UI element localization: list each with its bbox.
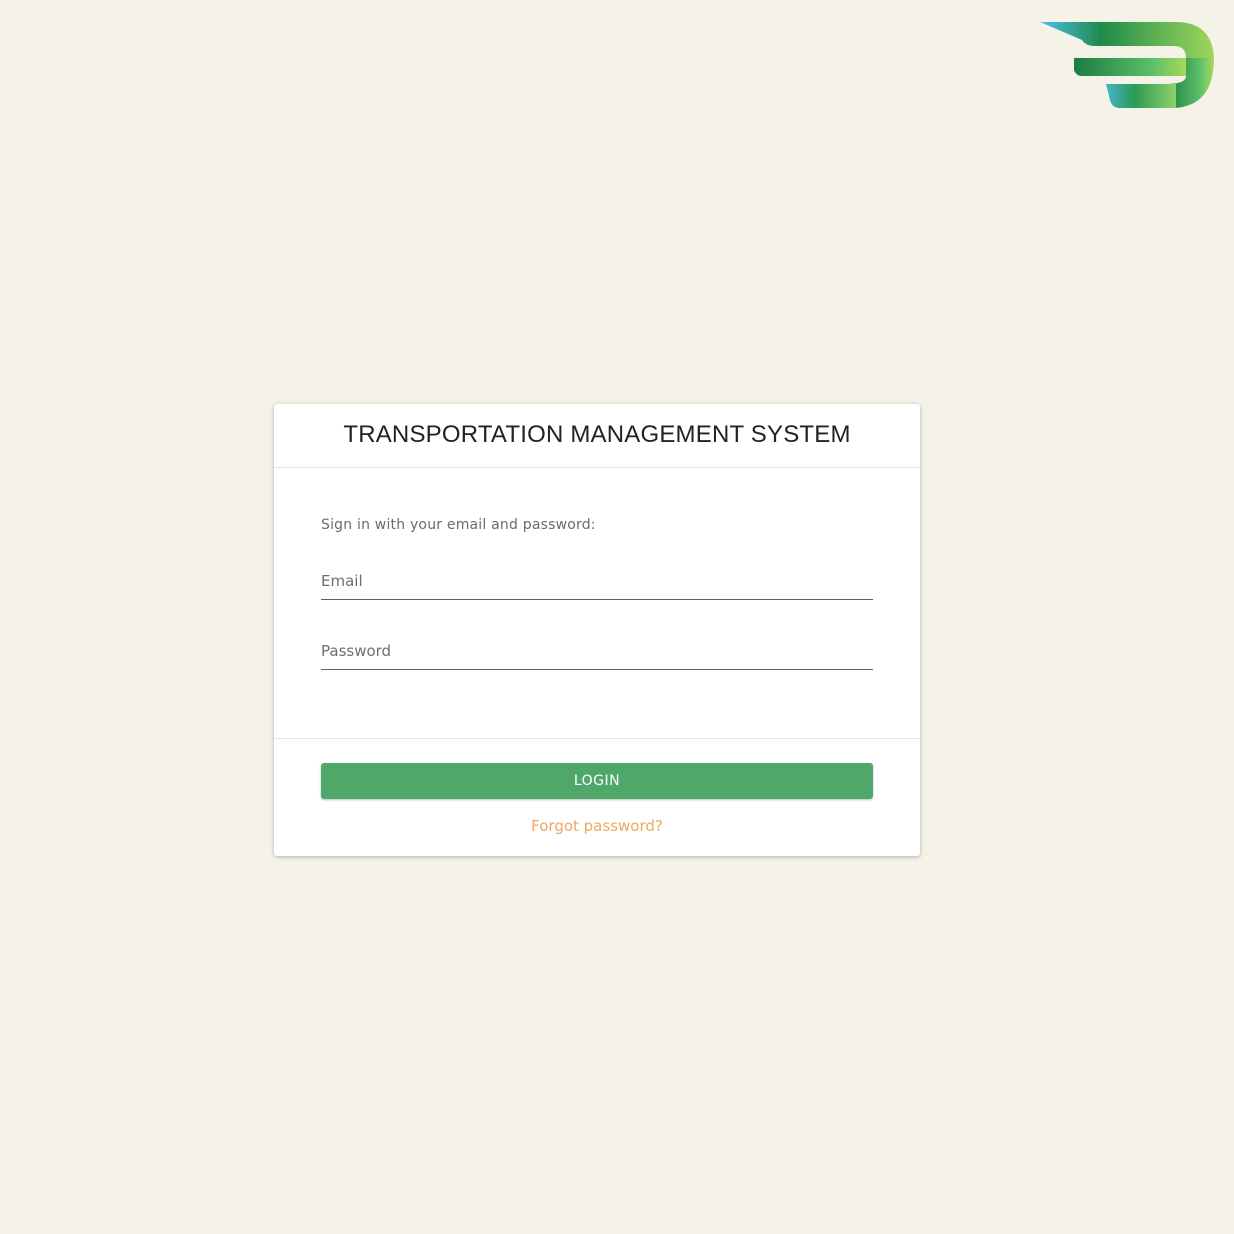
card-footer: LOGIN Forgot password? xyxy=(274,739,920,856)
brand-logo xyxy=(1036,18,1218,112)
card-header: TRANSPORTATION MANAGEMENT SYSTEM xyxy=(274,404,920,468)
login-form: Sign in with your email and password: xyxy=(274,468,920,739)
password-field[interactable] xyxy=(321,636,873,670)
email-field[interactable] xyxy=(321,566,873,600)
login-card: TRANSPORTATION MANAGEMENT SYSTEM Sign in… xyxy=(274,404,920,856)
login-button[interactable]: LOGIN xyxy=(321,763,873,799)
forgot-password-link[interactable]: Forgot password? xyxy=(274,817,920,835)
page-title: TRANSPORTATION MANAGEMENT SYSTEM xyxy=(343,420,851,448)
login-instructions: Sign in with your email and password: xyxy=(321,517,596,533)
brand-logo-icon xyxy=(1040,22,1214,108)
